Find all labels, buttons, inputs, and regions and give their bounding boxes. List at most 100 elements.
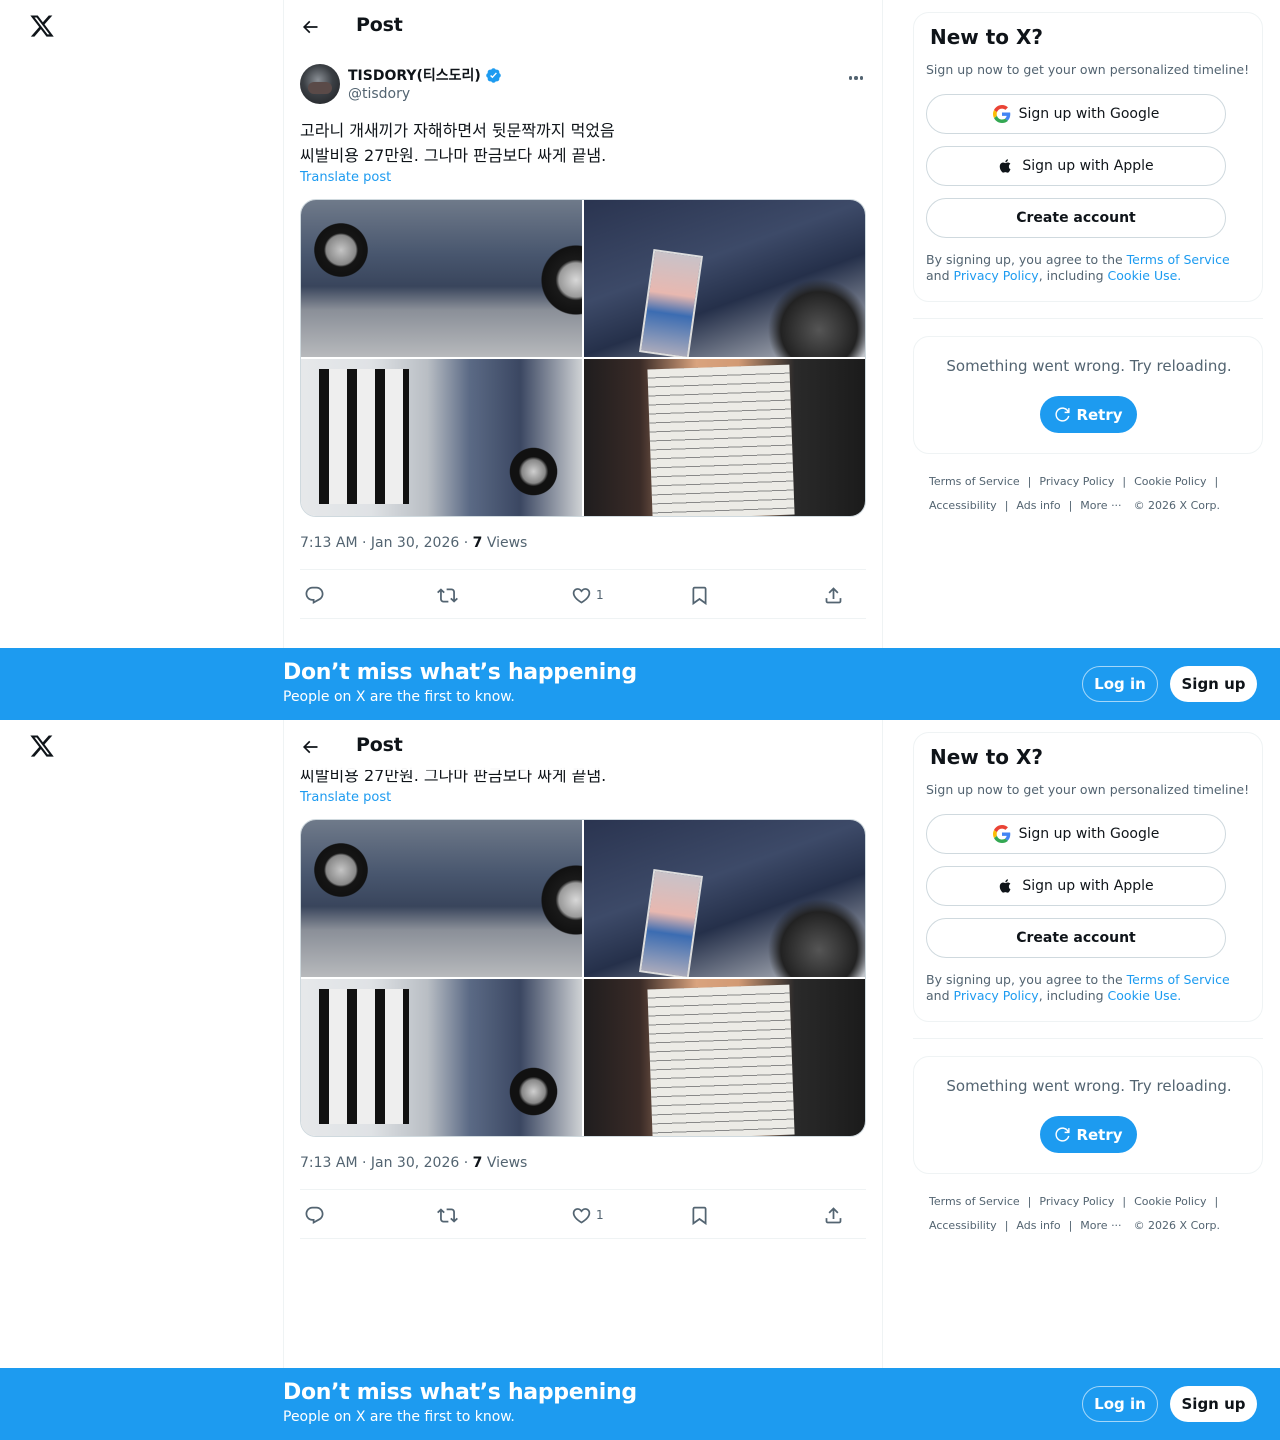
- share-icon: [825, 586, 842, 603]
- signup-button[interactable]: Sign up: [1170, 1386, 1257, 1422]
- repost-icon: [437, 587, 458, 603]
- reply-button[interactable]: [304, 1202, 325, 1228]
- apple-signup-button[interactable]: Sign up with Apple: [926, 866, 1226, 906]
- apple-signup-label: Sign up with Apple: [1022, 158, 1154, 174]
- signup-card: New to X? Sign up now to get your own pe…: [913, 732, 1263, 1022]
- retry-button[interactable]: Retry: [1040, 1116, 1137, 1153]
- post-image-1[interactable]: [301, 200, 582, 357]
- error-message: Something went wrong. Try reloading.: [946, 1077, 1232, 1095]
- footer-more[interactable]: More ···: [1080, 1219, 1121, 1232]
- footer-more[interactable]: More ···: [1080, 499, 1121, 512]
- bookmark-icon: [692, 586, 707, 605]
- footer-cookie[interactable]: Cookie Policy: [1134, 475, 1206, 488]
- retry-button[interactable]: Retry: [1040, 396, 1137, 433]
- footer-privacy[interactable]: Privacy Policy: [1039, 475, 1114, 488]
- post-text: 고라니 개새끼가 자해하면서 뒷문짝까지 먹었음 씨발비용 27만원. 그나마 …: [300, 121, 615, 165]
- create-account-button[interactable]: Create account: [926, 918, 1226, 958]
- footer-accessibility[interactable]: Accessibility: [929, 1219, 997, 1232]
- reply-icon: [305, 586, 324, 604]
- apple-icon: [1000, 879, 1011, 893]
- signup-subtitle: Sign up now to get your own personalized…: [926, 62, 1250, 77]
- cookie-link[interactable]: Cookie Use.: [1108, 268, 1182, 283]
- signup-banner: Don’t miss what’s happening People on X …: [0, 648, 1280, 720]
- bookmark-icon: [692, 1206, 707, 1225]
- footer-links: Terms of Service | Privacy Policy | Cookie P…: [929, 475, 1220, 512]
- post-image-4[interactable]: [584, 359, 865, 516]
- privacy-link[interactable]: Privacy Policy: [954, 988, 1039, 1003]
- post-column: Post TISDORY(티스도리) @tisdory 고라니 개새끼가 자해하…: [283, 0, 883, 720]
- divider: [913, 318, 1263, 319]
- reply-button[interactable]: [304, 582, 325, 608]
- like-button[interactable]: 1: [571, 1202, 604, 1228]
- author-name-link[interactable]: TISDORY(티스도리): [348, 65, 502, 85]
- bookmark-button[interactable]: [689, 582, 710, 608]
- post-timestamp[interactable]: 7:13 AM · Jan 30, 2026 ·: [300, 1155, 473, 1171]
- share-button[interactable]: [823, 1202, 844, 1228]
- post-actions: 1: [300, 570, 866, 620]
- share-button[interactable]: [823, 582, 844, 608]
- footer-cookie[interactable]: Cookie Policy: [1134, 1195, 1206, 1208]
- like-count: 1: [596, 588, 604, 602]
- create-account-button[interactable]: Create account: [926, 198, 1226, 238]
- divider: [300, 1238, 866, 1239]
- privacy-link[interactable]: Privacy Policy: [954, 268, 1039, 283]
- footer-privacy[interactable]: Privacy Policy: [1039, 1195, 1114, 1208]
- google-signup-button[interactable]: Sign up with Google: [926, 94, 1226, 134]
- author-handle[interactable]: @tisdory: [348, 86, 410, 102]
- bookmark-button[interactable]: [689, 1202, 710, 1228]
- post-image-4[interactable]: [584, 979, 865, 1136]
- share-icon: [825, 1206, 842, 1223]
- post-image-2[interactable]: [584, 200, 865, 357]
- terms-link[interactable]: Terms of Service: [1127, 252, 1230, 267]
- post-image-2[interactable]: [584, 820, 865, 977]
- back-arrow-icon[interactable]: [300, 17, 320, 37]
- views-count: 7: [472, 1155, 483, 1171]
- x-logo-icon[interactable]: [26, 10, 58, 42]
- retry-label: Retry: [1076, 1125, 1123, 1144]
- google-signup-label: Sign up with Google: [1018, 106, 1160, 122]
- signup-title: New to X?: [930, 745, 1044, 769]
- translate-post-link[interactable]: Translate post: [300, 170, 391, 185]
- post-image-3[interactable]: [301, 979, 582, 1136]
- translate-post-link[interactable]: Translate post: [300, 790, 391, 805]
- post-actions: 1: [300, 1190, 866, 1240]
- google-icon: [992, 105, 1010, 123]
- repost-button[interactable]: [437, 582, 458, 608]
- x-logo-icon[interactable]: [26, 730, 58, 762]
- signup-title: New to X?: [930, 25, 1044, 49]
- footer-ads[interactable]: Ads info: [1016, 499, 1060, 512]
- signup-legal: By signing up, you agree to the Terms of…: [926, 252, 1252, 284]
- error-message: Something went wrong. Try reloading.: [946, 357, 1232, 375]
- post-image-1[interactable]: [301, 820, 582, 977]
- cookie-link[interactable]: Cookie Use.: [1108, 988, 1182, 1003]
- page-title: Post: [356, 14, 403, 36]
- footer-ads[interactable]: Ads info: [1016, 1219, 1060, 1232]
- login-button[interactable]: Log in: [1082, 666, 1158, 702]
- create-account-label: Create account: [1016, 930, 1136, 946]
- page-title: Post: [356, 734, 403, 756]
- post-timestamp[interactable]: 7:13 AM · Jan 30, 2026 ·: [300, 535, 473, 551]
- screen-top: Post TISDORY(티스도리) @tisdory 고라니 개새끼가 자해하…: [0, 0, 1280, 720]
- legal-text: By signing up, you agree to the: [926, 972, 1127, 987]
- login-button[interactable]: Log in: [1082, 1386, 1158, 1422]
- repost-button[interactable]: [437, 1202, 458, 1228]
- google-signup-button[interactable]: Sign up with Google: [926, 814, 1226, 854]
- post-image-3[interactable]: [301, 359, 582, 516]
- post-media-grid: [300, 199, 866, 517]
- terms-link[interactable]: Terms of Service: [1127, 972, 1230, 987]
- post-header: Post: [284, 720, 882, 770]
- footer-terms[interactable]: Terms of Service: [929, 475, 1020, 488]
- avatar[interactable]: [300, 64, 340, 104]
- legal-text: , including: [1038, 268, 1108, 283]
- apple-signup-button[interactable]: Sign up with Apple: [926, 146, 1226, 186]
- legal-text: and: [926, 988, 954, 1003]
- footer-terms[interactable]: Terms of Service: [929, 1195, 1020, 1208]
- like-count: 1: [596, 1208, 604, 1222]
- back-arrow-icon[interactable]: [300, 737, 320, 757]
- like-button[interactable]: 1: [571, 582, 604, 608]
- footer-accessibility[interactable]: Accessibility: [929, 499, 997, 512]
- footer-links: Terms of Service | Privacy Policy | Cookie P…: [929, 1195, 1220, 1232]
- signup-button[interactable]: Sign up: [1170, 666, 1257, 702]
- verified-badge-icon: [486, 67, 501, 83]
- more-options-icon[interactable]: [846, 68, 866, 88]
